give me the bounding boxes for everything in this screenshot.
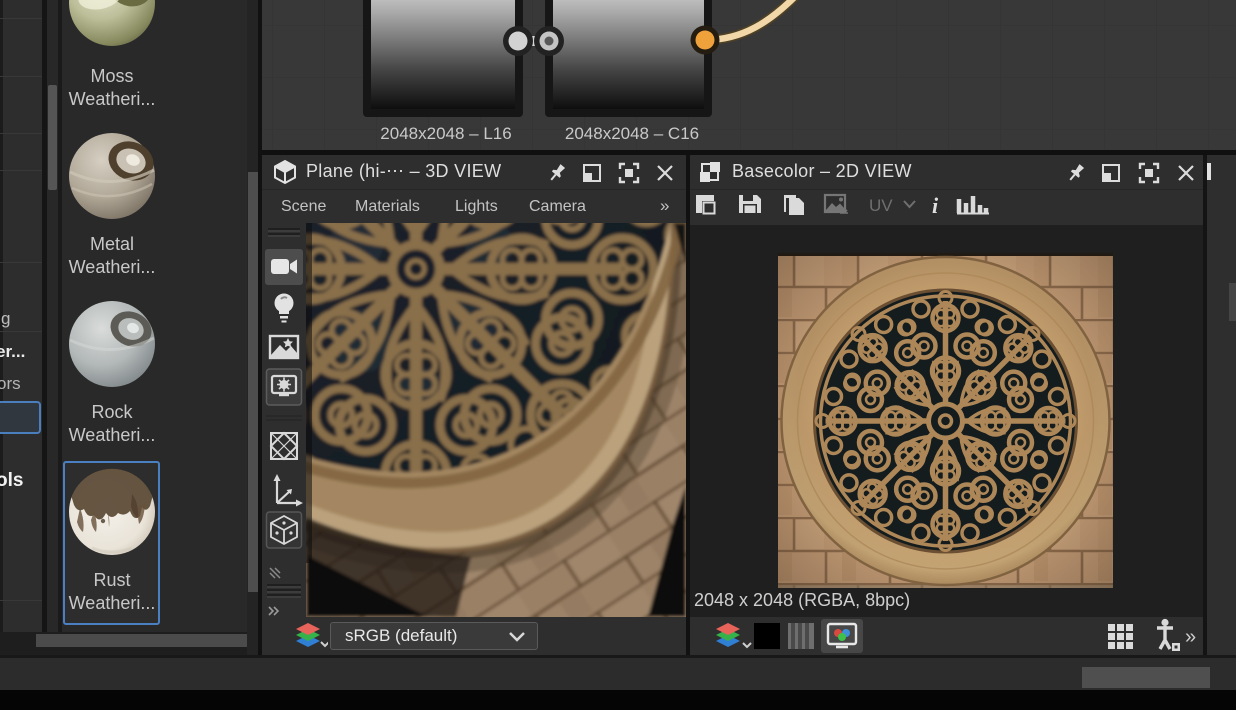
- svg-text:i: i: [932, 193, 939, 218]
- svg-text:2048x2048 – L16: 2048x2048 – L16: [380, 124, 511, 143]
- svg-text:»: »: [1185, 626, 1196, 648]
- svg-text:2048x2048 – C16: 2048x2048 – C16: [565, 124, 699, 143]
- svg-text:UV: UV: [869, 196, 893, 215]
